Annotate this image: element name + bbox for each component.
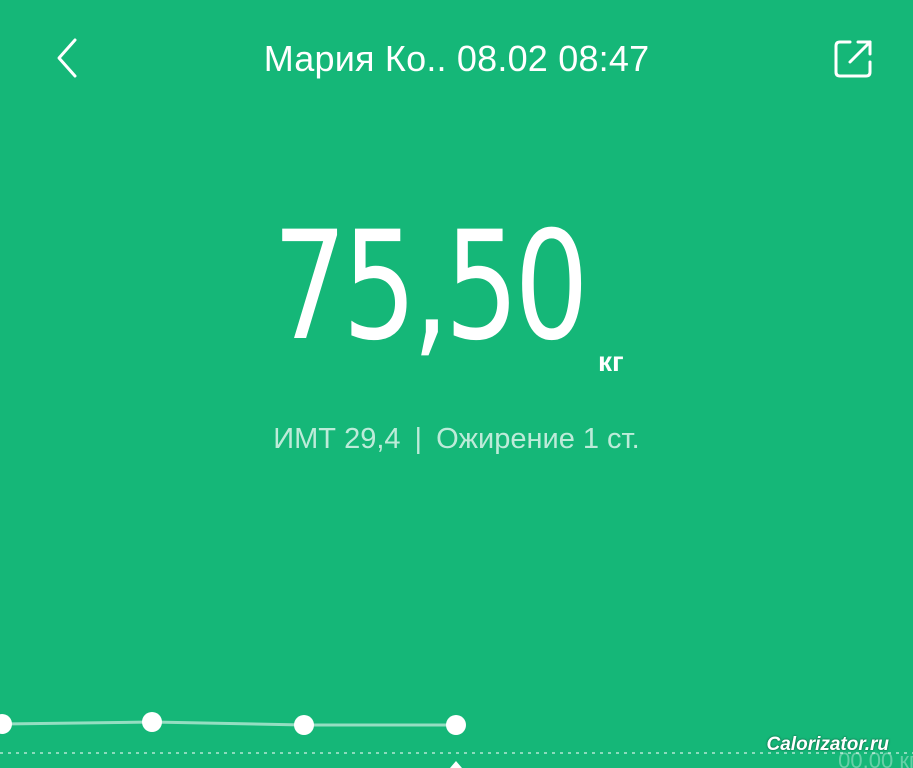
bmi-summary: ИМТ 29,4 | Ожирение 1 ст. bbox=[0, 423, 913, 456]
weight-value: 75,50 bbox=[272, 200, 589, 374]
weight-unit: кг bbox=[598, 346, 624, 377]
trend-point bbox=[294, 715, 314, 735]
page-title: Мария Ко.. 08.02 08:47 bbox=[263, 38, 650, 79]
watermark: Calorizator.ru bbox=[766, 734, 889, 755]
trend-point bbox=[446, 715, 466, 735]
share-button[interactable] bbox=[828, 32, 880, 84]
selected-marker bbox=[450, 761, 462, 768]
bmi-separator: | bbox=[414, 423, 423, 455]
obesity-status: Ожирение 1 ст. bbox=[436, 423, 640, 455]
trend-line bbox=[1, 720, 456, 727]
weight-trend-chart[interactable] bbox=[0, 690, 913, 768]
trend-point bbox=[0, 714, 12, 734]
bmi-label: ИМТ 29,4 bbox=[273, 423, 401, 455]
trend-point bbox=[142, 712, 162, 732]
weight-detail-screen: Мария Ко.. 08.02 08:47 75,50 кг ИМТ 29,4… bbox=[0, 0, 913, 768]
share-external-icon bbox=[834, 40, 872, 78]
